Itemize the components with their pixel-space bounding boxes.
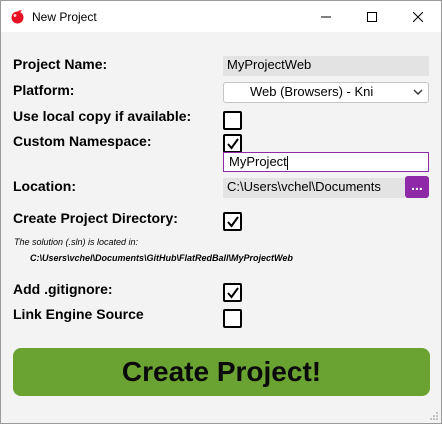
browse-button[interactable]: ... bbox=[405, 176, 429, 198]
checkmark-icon bbox=[227, 138, 239, 150]
platform-dropdown[interactable]: Web (Browsers) - Kni bbox=[223, 82, 429, 103]
namespace-input[interactable]: MyProject bbox=[223, 152, 429, 172]
gitignore-checkbox[interactable] bbox=[223, 283, 242, 302]
close-button[interactable] bbox=[395, 1, 441, 32]
location-input[interactable]: C:\Users\vchel\Documents bbox=[223, 178, 405, 198]
use-local-copy-checkbox[interactable] bbox=[223, 111, 242, 130]
location-label: Location: bbox=[13, 178, 76, 194]
resize-grip-icon[interactable] bbox=[429, 411, 439, 421]
solution-location-note: The solution (.sln) is located in: bbox=[14, 237, 139, 247]
gitignore-label: Add .gitignore: bbox=[13, 281, 113, 297]
project-name-input[interactable]: MyProjectWeb bbox=[223, 56, 429, 76]
namespace-value: MyProject bbox=[229, 154, 287, 169]
minimize-button[interactable] bbox=[303, 1, 349, 32]
checkmark-icon bbox=[227, 287, 239, 299]
chevron-down-icon bbox=[413, 89, 423, 95]
new-project-window: New Project Project Name: MyProjectWeb P… bbox=[0, 0, 442, 424]
close-icon bbox=[413, 11, 423, 22]
solution-path: C:\Users\vchel\Documents\GitHub\FlatRedB… bbox=[30, 253, 293, 263]
red-apple-icon bbox=[10, 9, 25, 24]
custom-namespace-checkbox[interactable] bbox=[223, 134, 242, 153]
text-caret bbox=[286, 155, 288, 170]
maximize-button[interactable] bbox=[349, 1, 395, 32]
use-local-copy-label: Use local copy if available: bbox=[13, 108, 192, 124]
platform-selected-value: Web (Browsers) - Kni bbox=[250, 84, 374, 99]
link-engine-label: Link Engine Source bbox=[13, 306, 144, 322]
checkmark-icon bbox=[227, 216, 239, 228]
link-engine-checkbox[interactable] bbox=[223, 309, 242, 328]
window-title: New Project bbox=[32, 10, 97, 24]
create-directory-checkbox[interactable] bbox=[223, 212, 242, 231]
title-bar[interactable]: New Project bbox=[1, 1, 441, 32]
platform-label: Platform: bbox=[13, 82, 75, 98]
create-directory-label: Create Project Directory: bbox=[13, 210, 178, 226]
minimize-icon bbox=[321, 16, 331, 17]
custom-namespace-label: Custom Namespace: bbox=[13, 133, 152, 149]
create-project-button[interactable]: Create Project! bbox=[13, 348, 430, 396]
project-name-label: Project Name: bbox=[13, 56, 108, 72]
maximize-icon bbox=[367, 11, 377, 22]
